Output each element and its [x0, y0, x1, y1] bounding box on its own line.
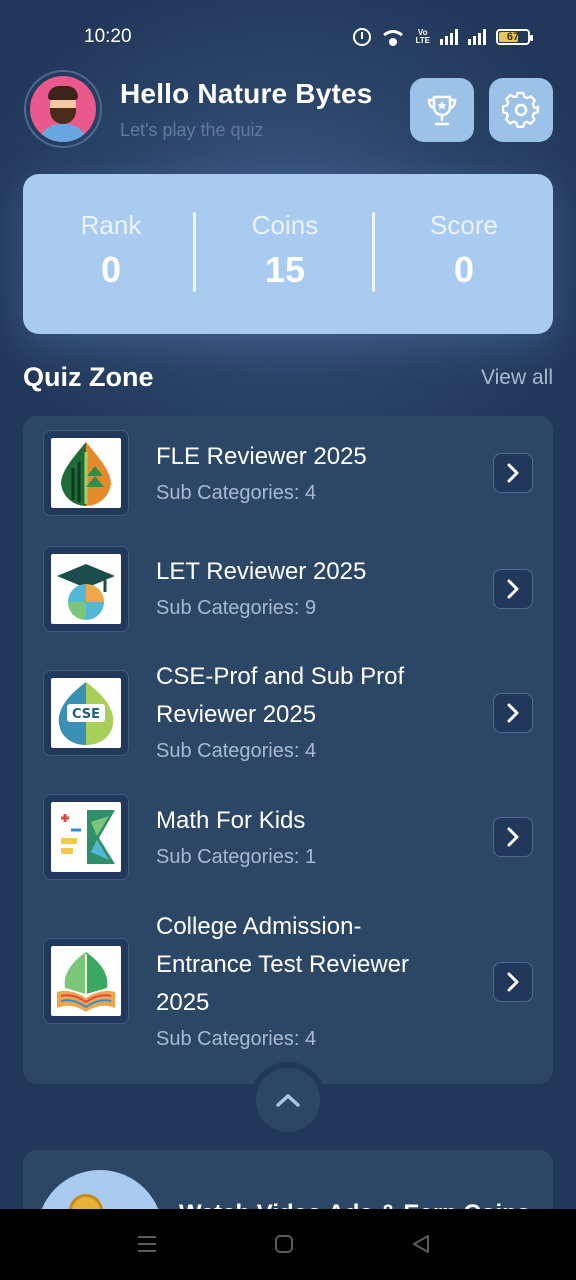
avatar[interactable] — [24, 70, 102, 148]
status-bar: 10:20 Vo LTE 67 — [0, 0, 576, 76]
open-quiz-button[interactable] — [493, 693, 533, 733]
quiz-subcategories: Sub Categories: 4 — [156, 740, 317, 762]
rank-stat: Rank 0 — [23, 210, 199, 291]
battery-percent: 67 — [506, 31, 520, 43]
quiz-thumbnail — [43, 938, 129, 1024]
collapse-button[interactable] — [256, 1068, 320, 1132]
score-stat: Score 0 — [376, 210, 552, 291]
quiz-title: FLE Reviewer 2025 — [156, 443, 367, 470]
quiz-list: FLE Reviewer 2025 Sub Categories: 4 LET … — [23, 416, 553, 1084]
open-quiz-button[interactable] — [493, 817, 533, 857]
quiz-subcategories: Sub Categories: 1 — [156, 846, 317, 868]
cse-leaf-icon: CSE — [51, 678, 121, 748]
wifi-icon — [381, 28, 406, 46]
system-nav-bar — [0, 1209, 576, 1280]
battery-icon: 67 — [496, 29, 533, 45]
score-value: 0 — [453, 249, 475, 290]
stat-divider — [193, 212, 196, 292]
chevron-right-icon — [507, 463, 519, 483]
greeting-subtitle: Let's play the quiz — [120, 120, 264, 140]
open-quiz-button[interactable] — [493, 962, 533, 1002]
open-book-leaf-icon — [51, 946, 121, 1016]
quiz-item-math[interactable]: Math For Kids Sub Categories: 1 — [23, 780, 553, 904]
chevron-right-icon — [507, 703, 519, 723]
open-quiz-button[interactable] — [493, 453, 533, 493]
status-icons: Vo LTE 67 — [353, 28, 533, 46]
chevron-right-icon — [507, 972, 519, 992]
quiz-subcategories: Sub Categories: 9 — [156, 597, 317, 619]
coins-value: 15 — [264, 249, 306, 290]
coins-label: Coins — [251, 210, 319, 240]
quiz-title: Math For Kids — [156, 807, 306, 834]
quiz-item-college-admission[interactable]: College Admission- Entrance Test Reviewe… — [23, 904, 553, 1074]
settings-button[interactable] — [489, 78, 553, 142]
rank-label: Rank — [80, 210, 142, 240]
quiz-zone-title: Quiz Zone — [23, 362, 154, 392]
quiz-title-line: CSE-Prof and Sub Prof — [156, 663, 405, 690]
chevron-up-icon — [276, 1094, 300, 1107]
stats-card: Rank 0 Coins 15 Score 0 — [23, 174, 553, 334]
alarm-icon — [353, 28, 372, 46]
forest-leaf-icon — [51, 438, 121, 508]
cse-badge-text: CSE — [72, 707, 100, 722]
quiz-title: College Admission- Entrance Test Reviewe… — [156, 908, 476, 1022]
chevron-right-icon — [507, 579, 519, 599]
coins-stat: Coins 15 — [197, 210, 373, 291]
open-quiz-button[interactable] — [493, 569, 533, 609]
stat-divider — [372, 212, 375, 292]
home-icon[interactable] — [273, 1233, 295, 1255]
quiz-title: CSE-Prof and Sub Prof Reviewer 2025 — [156, 658, 476, 734]
quiz-thumbnail — [43, 794, 129, 880]
back-icon[interactable] — [410, 1233, 432, 1255]
menu-icon[interactable] — [136, 1233, 158, 1255]
signal-icon — [468, 29, 486, 45]
quiz-title-line: College Admission- — [156, 913, 362, 940]
math-icon — [51, 802, 121, 872]
quiz-item-let[interactable]: LET Reviewer 2025 Sub Categories: 9 — [23, 532, 553, 656]
signal-icon — [440, 29, 458, 45]
volte-icon: Vo LTE — [415, 28, 430, 45]
quiz-title-line: 2025 — [156, 989, 210, 1016]
score-label: Score — [430, 210, 498, 240]
leaderboard-button[interactable] — [410, 78, 474, 142]
avatar-icon — [30, 76, 96, 142]
quiz-title: LET Reviewer 2025 — [156, 558, 367, 585]
quiz-title-line: Reviewer 2025 — [156, 701, 317, 728]
status-time: 10:20 — [84, 26, 132, 47]
quiz-item-cse[interactable]: CSE CSE-Prof and Sub Prof Reviewer 2025 … — [23, 656, 553, 780]
trophy-icon — [427, 95, 457, 126]
quiz-subcategories: Sub Categories: 4 — [156, 1028, 317, 1050]
quiz-item-fle[interactable]: FLE Reviewer 2025 Sub Categories: 4 — [23, 416, 553, 532]
quiz-subcategories: Sub Categories: 4 — [156, 482, 317, 504]
rank-value: 0 — [100, 249, 122, 290]
view-all-link[interactable]: View all — [481, 366, 553, 390]
quiz-title-line: Entrance Test Reviewer — [156, 951, 410, 978]
quiz-thumbnail — [43, 430, 129, 516]
quiz-thumbnail — [43, 546, 129, 632]
quiz-thumbnail: CSE — [43, 670, 129, 756]
greeting-title: Hello Nature Bytes — [120, 78, 373, 109]
gear-icon — [502, 91, 540, 128]
chevron-right-icon — [507, 827, 519, 847]
graduation-cap-icon — [51, 554, 121, 624]
